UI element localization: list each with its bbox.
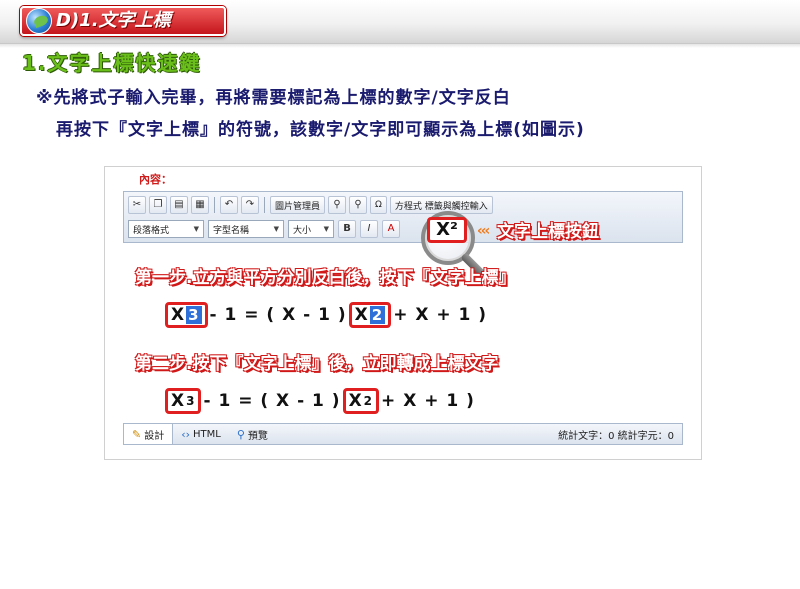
link-icon[interactable]: ⚲	[328, 196, 347, 214]
equation-var: X	[354, 305, 369, 325]
paragraph-format-select[interactable]: 段落格式 ▼	[128, 220, 204, 238]
instruction-line-2: 再按下『文字上標』的符號，該數字/文字即可顯示為上標(如圖示)	[56, 120, 585, 140]
step-1-label: 第一步.立方與平方分別反白後，按下『文字上標』	[135, 268, 516, 288]
font-size-value: 大小	[293, 225, 312, 236]
chevron-down-icon: ▼	[273, 225, 279, 233]
highlight-box-1: X 3	[165, 302, 208, 328]
equation-var: X	[348, 391, 363, 411]
equation-tail: + X + 1 )	[381, 391, 475, 411]
design-mode-tab[interactable]: ✎ 設計	[124, 424, 174, 444]
code-icon: ‹›	[181, 427, 191, 441]
paragraph-format-value: 段落格式	[133, 225, 170, 236]
section-heading: 1.文字上標快速鍵	[22, 51, 202, 75]
font-name-value: 字型名稱	[213, 225, 250, 236]
superscript-box-1: X 3	[165, 388, 202, 414]
editor-toolbar: ✂ ❐ ▤ ▦ ↶ ↷ 圖片管理員 ⚲ ⚲ Ω 方程式 標籤與觸控輸入 段落格式…	[123, 191, 683, 243]
highlight-box-2: X 2	[348, 302, 392, 328]
equation-middle: - 1 = ( X - 1 )	[209, 305, 347, 325]
font-color-button[interactable]: A	[382, 220, 400, 238]
chevron-down-icon: ▼	[323, 225, 329, 233]
paste-options-icon[interactable]: ▦	[191, 196, 209, 214]
html-mode-tab[interactable]: ‹› HTML	[173, 424, 229, 444]
equation-tail: + X + 1 )	[393, 305, 488, 325]
superscript-exponent: 2	[363, 394, 374, 408]
editor-bottom-area	[123, 445, 683, 459]
step-2-label: 第二步.按下『文字上標』後，立即轉成上標文字	[135, 354, 499, 374]
highlighted-exponent: 2	[369, 306, 386, 324]
paste-icon[interactable]: ▤	[170, 196, 188, 214]
special-char-button[interactable]: Ω	[370, 196, 387, 214]
equation-var: X	[171, 305, 186, 325]
instruction-line-1: ※先將式子輸入完畢，再將需要標記為上標的數字/文字反白	[36, 88, 511, 108]
search-icon: ⚲	[236, 427, 245, 441]
toolbar-separator	[264, 197, 265, 213]
step-2-equation: X 3 - 1 = ( X - 1 ) X 2 + X + 1 )	[163, 387, 475, 415]
content-label: 內容：	[139, 173, 172, 186]
highlighted-exponent: 3	[186, 306, 202, 324]
equation-var: X	[171, 391, 186, 411]
preview-mode-label: 預覽	[247, 430, 268, 442]
superscript-box-2: X 2	[342, 388, 380, 414]
font-name-select[interactable]: 字型名稱 ▼	[208, 220, 284, 238]
image-manager-button[interactable]: 圖片管理員	[270, 196, 326, 214]
font-size-select[interactable]: 大小 ▼	[288, 220, 334, 238]
superscript-exponent: 3	[186, 394, 196, 408]
header-shadow	[0, 44, 800, 48]
callout-arrows-icon: ‹‹‹	[477, 223, 490, 239]
redo-icon[interactable]: ↷	[241, 196, 259, 214]
superscript-button[interactable]: X²	[427, 217, 467, 243]
html-mode-label: HTML	[193, 428, 221, 440]
editor-statusbar: ✎ 設計 ‹› HTML ⚲ 預覽 統計文字：0 統計字元：0	[123, 423, 683, 445]
italic-button[interactable]: I	[360, 220, 378, 238]
callout-label: 文字上標按鈕	[497, 222, 599, 242]
toolbar-separator	[214, 197, 215, 213]
preview-mode-tab[interactable]: ⚲ 預覽	[229, 424, 276, 444]
step-1-equation: X 3 - 1 = ( X - 1 ) X 2 + X + 1 )	[163, 301, 487, 329]
cut-icon[interactable]: ✂	[128, 196, 146, 214]
editor-screenshot: 內容： ✂ ❐ ▤ ▦ ↶ ↷ 圖片管理員 ⚲ ⚲ Ω 方程式 標籤與觸控輸入 …	[104, 166, 702, 460]
undo-icon[interactable]: ↶	[220, 196, 238, 214]
design-mode-label: 設計	[144, 430, 165, 442]
pencil-icon: ✎	[132, 427, 142, 441]
copy-icon[interactable]: ❐	[149, 196, 167, 214]
equation-middle: - 1 = ( X - 1 )	[203, 391, 341, 411]
chevron-down-icon: ▼	[193, 225, 199, 233]
toolbar-row-2: 段落格式 ▼ 字型名稱 ▼ 大小 ▼ B I A	[128, 218, 400, 240]
word-count: 統計文字：0 統計字元：0	[558, 430, 674, 442]
bold-button[interactable]: B	[338, 220, 356, 238]
unlink-icon[interactable]: ⚲	[349, 196, 368, 214]
header-title: D)1.文字上標	[56, 10, 171, 31]
